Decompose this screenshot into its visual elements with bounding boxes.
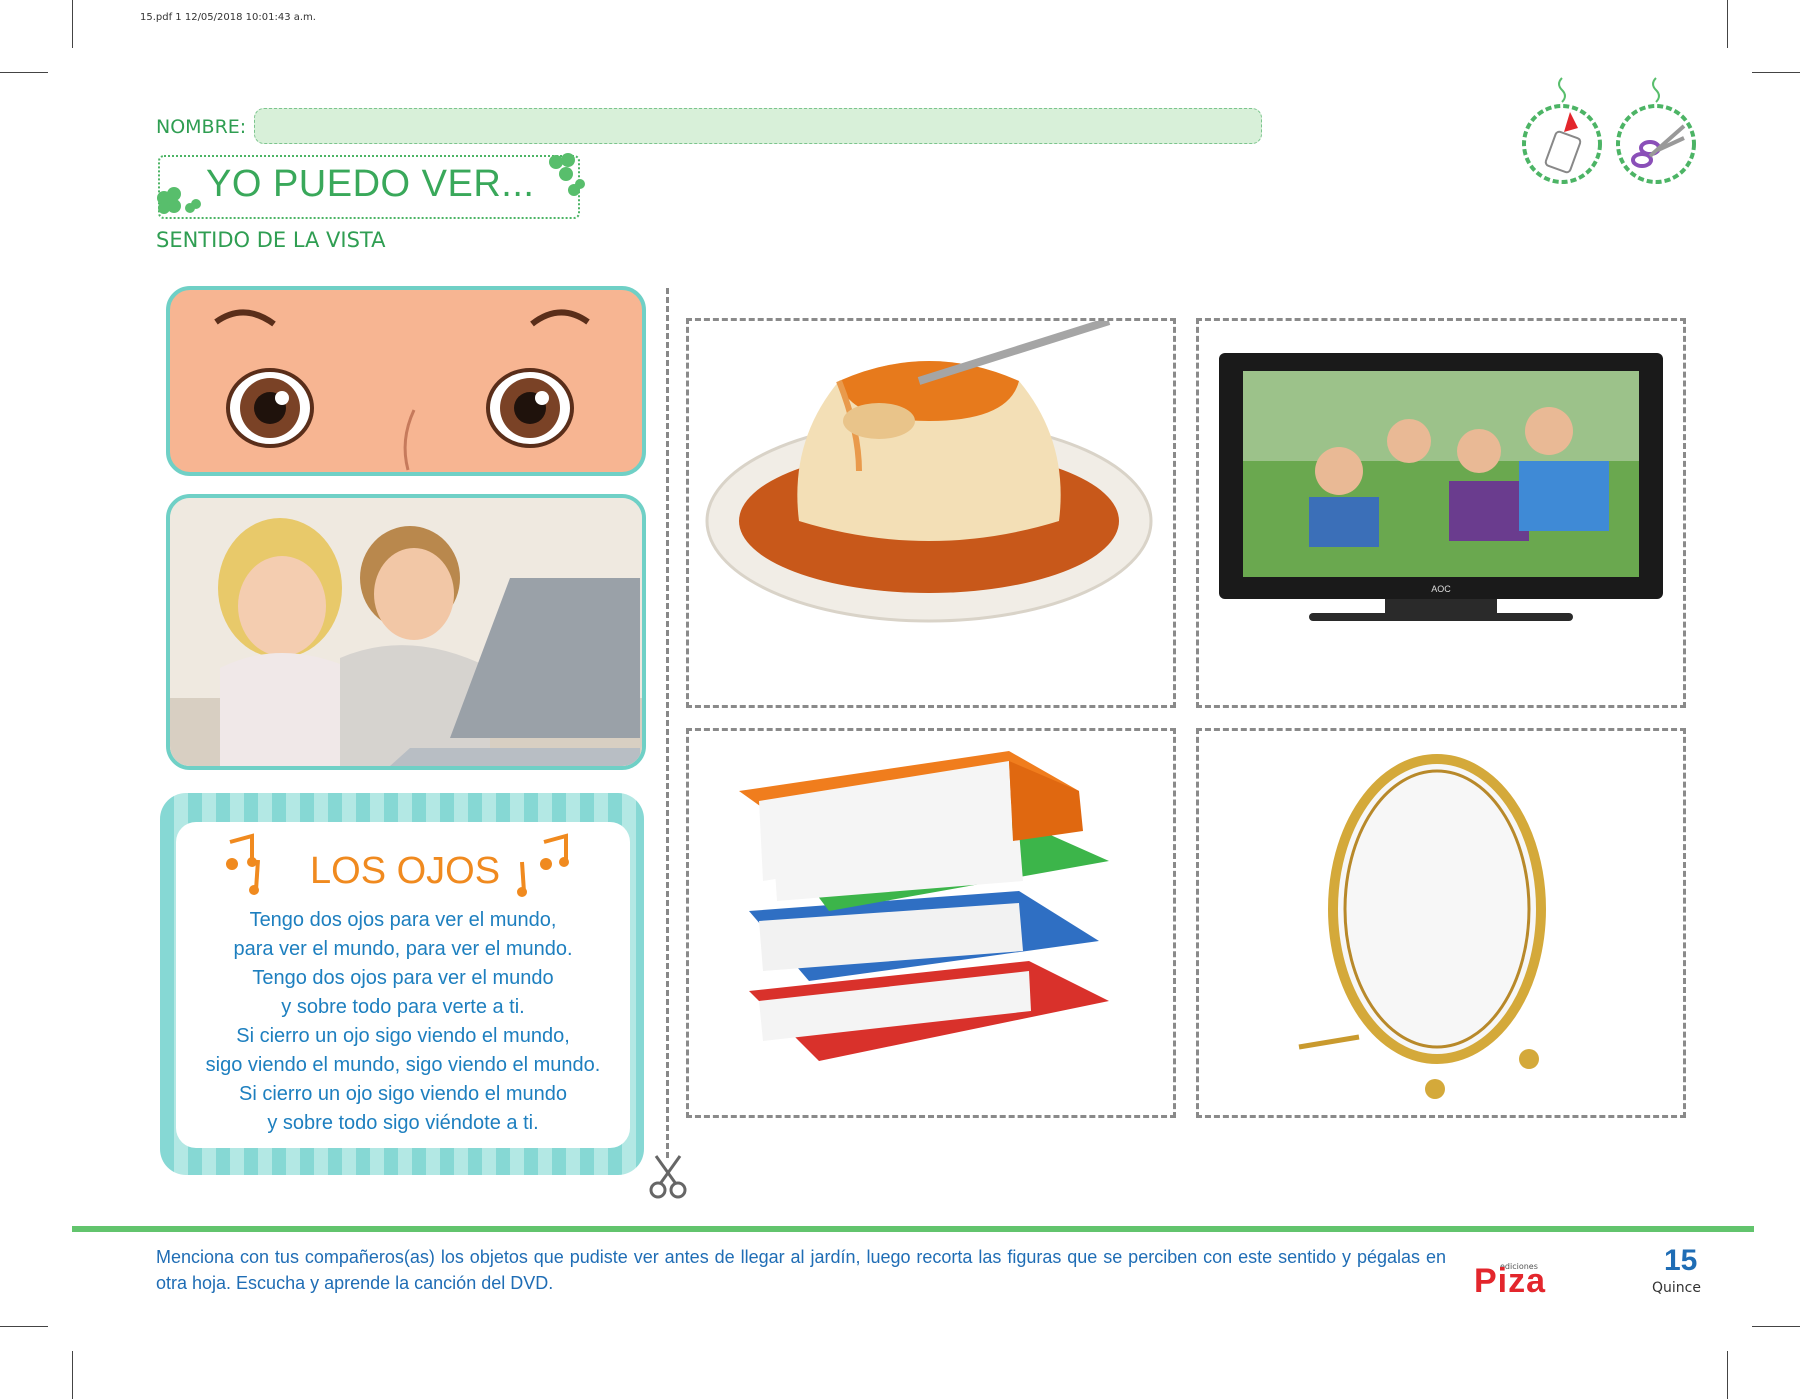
clover-decoration-icon <box>157 187 201 214</box>
page-title: YO PUEDO VER... <box>206 163 535 205</box>
cutout-books[interactable] <box>686 728 1176 1118</box>
music-note-icon <box>517 833 569 897</box>
name-label: NOMBRE: <box>156 116 247 138</box>
song-line: y sobre todo sigo viéndote a ti. <box>267 1112 539 1134</box>
crop-mark <box>0 72 48 73</box>
crop-mark <box>72 1351 73 1399</box>
song-line: y sobre todo para verte a ti. <box>281 996 525 1018</box>
glue-icon <box>1522 77 1602 184</box>
scissors-icon <box>1616 77 1696 184</box>
song-line: Tengo dos ojos para ver el mundo, <box>249 909 557 931</box>
scissors-icon <box>649 1155 687 1199</box>
song-line: Si cierro un ojo sigo viendo el mundo <box>239 1083 567 1105</box>
music-note-icon <box>226 833 260 895</box>
cutout-flan[interactable] <box>686 317 1176 708</box>
crop-mark <box>1752 72 1800 73</box>
clover-decoration-icon <box>549 153 585 196</box>
song-title: LOS OJOS <box>310 850 501 892</box>
crop-mark <box>72 0 73 48</box>
tv-brand: AOC <box>1431 584 1451 594</box>
name-field[interactable] <box>254 108 1262 144</box>
crop-mark <box>0 1326 48 1327</box>
crop-mark <box>1727 0 1728 48</box>
footer-rule <box>72 1226 1754 1232</box>
song-line: sigo viendo el mundo, sigo viendo el mun… <box>205 1054 601 1076</box>
page-number-word: Quince <box>1652 1280 1701 1296</box>
crop-mark <box>1752 1326 1800 1327</box>
books-image <box>739 751 1109 1061</box>
song-line: Tengo dos ojos para ver el mundo <box>252 967 554 989</box>
instructions-text: Menciona con tus compañeros(as) los obje… <box>156 1247 1446 1293</box>
print-info: 15.pdf 1 12/05/2018 10:01:43 a.m. <box>140 12 316 23</box>
cutout-television[interactable]: AOC <box>1196 318 1686 708</box>
song-line: para ver el mundo, para ver el mundo. <box>233 938 573 960</box>
television-image: AOC <box>1219 353 1663 621</box>
page-number: 15 <box>1664 1244 1698 1277</box>
page-subtitle: SENTIDO DE LA VISTA <box>156 228 386 252</box>
song-line: Si cierro un ojo sigo viendo el mundo, <box>236 1025 570 1047</box>
publisher-logo: Piza <box>1474 1262 1547 1300</box>
mirror-image <box>1298 754 1546 1099</box>
children-with-laptop-photo <box>166 494 646 770</box>
crop-mark <box>1727 1351 1728 1399</box>
cut-line <box>666 288 669 1158</box>
cutout-mirror[interactable] <box>1196 728 1686 1118</box>
flan-image <box>705 317 1153 623</box>
eyes-illustration <box>166 286 646 476</box>
